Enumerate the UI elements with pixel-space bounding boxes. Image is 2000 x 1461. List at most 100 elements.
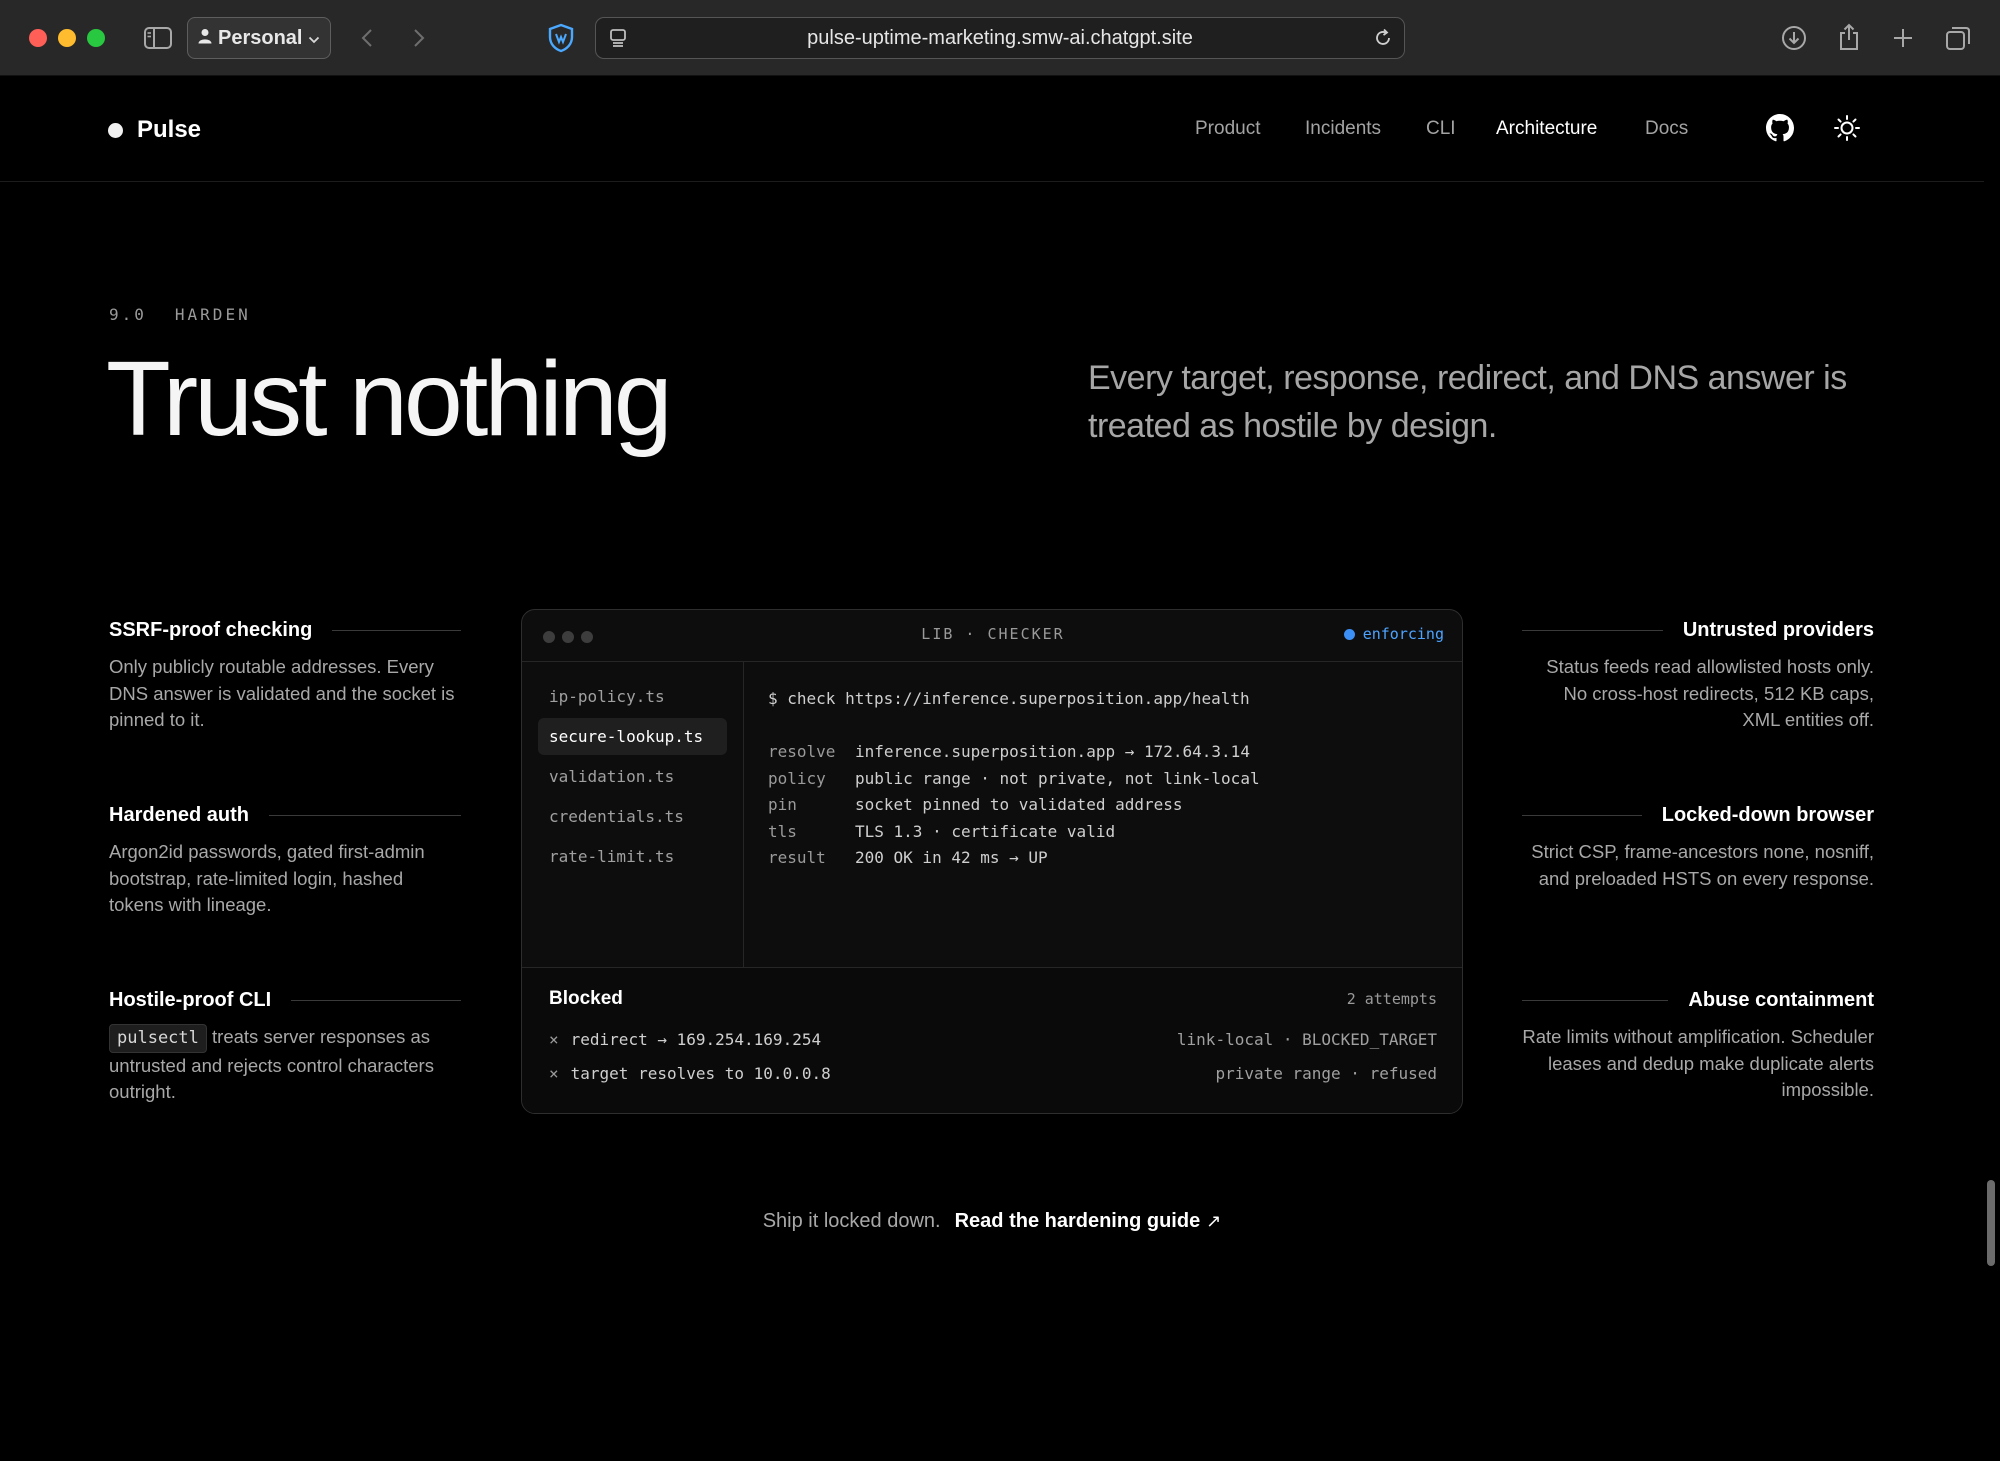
person-icon — [198, 27, 212, 50]
row-value: TLS 1.3 · certificate valid — [855, 821, 1116, 841]
row-key: policy — [768, 768, 826, 788]
feature-abuse-containment: Abuse containment Rate limits without am… — [1522, 986, 1874, 1104]
nav-link-incidents[interactable]: Incidents — [1305, 118, 1381, 140]
feature-body: Rate limits without amplification. Sched… — [1522, 1026, 1874, 1100]
brand-dot-icon — [108, 122, 123, 138]
feature-untrusted-providers: Untrusted providers Status feeds read al… — [1522, 616, 1874, 734]
row-value: socket pinned to validated address — [855, 795, 1183, 814]
blocked-reason: link-local · BLOCKED_TARGET — [1176, 1030, 1437, 1049]
status-dot-icon — [1343, 628, 1355, 640]
share-icon[interactable] — [1834, 21, 1864, 53]
blocked-x-icon: × — [549, 1064, 559, 1083]
brand-name: Pulse — [137, 116, 202, 143]
row-value: 200 OK in 42 ms → UP — [855, 848, 1048, 867]
blocked-panel: Blocked 2 attempts × redirect → 169.254.1… — [522, 967, 1462, 1113]
command-line: $ check https://inference.superposition.… — [768, 689, 1250, 708]
feature-title: Hardened auth — [109, 803, 250, 826]
file-item-rate-limit[interactable]: rate-limit.ts — [538, 838, 727, 875]
terminal-titlebar: LIB · CHECKER enforcing — [522, 610, 1462, 662]
nav-link-docs[interactable]: Docs — [1645, 118, 1688, 140]
blocked-count: 2 attempts — [1346, 990, 1437, 1008]
blocked-text: target resolves to 10.0.0.8 — [570, 1064, 831, 1083]
close-window-button[interactable] — [29, 29, 47, 47]
result-row: pin socket pinned to validated address — [768, 795, 1260, 822]
github-icon[interactable] — [1764, 112, 1796, 144]
divider — [291, 999, 461, 1001]
divider — [269, 814, 461, 816]
page-menu-icon[interactable] — [609, 28, 629, 54]
result-rows: resolve inference.superposition.app → 172… — [768, 742, 1260, 875]
row-value: public range · not private, not link-loc… — [855, 768, 1260, 788]
divider — [332, 629, 461, 631]
file-item-ip-policy[interactable]: ip-policy.ts — [538, 678, 727, 715]
result-row: policy public range · not private, not li… — [768, 769, 1260, 796]
hardening-guide-link[interactable]: Read the hardening guide — [955, 1210, 1201, 1232]
row-key: pin — [768, 795, 797, 814]
download-icon[interactable] — [1779, 23, 1809, 53]
external-arrow-icon: ↗ — [1206, 1211, 1222, 1231]
feature-body: Strict CSP, frame-ancestors none, nosnif… — [1531, 841, 1874, 889]
section-eyebrow-label: HARDEN — [174, 305, 251, 324]
checker-terminal: LIB · CHECKER enforcing ip-policy.ts sec… — [521, 609, 1463, 1114]
minimize-window-button[interactable] — [58, 29, 76, 47]
terminal-label: LIB · CHECKER — [921, 625, 1065, 643]
sidebar-toggle-icon[interactable] — [143, 24, 173, 52]
nav-link-product[interactable]: Product — [1195, 118, 1260, 140]
nav-link-cli[interactable]: CLI — [1426, 118, 1456, 140]
divider — [1522, 629, 1663, 631]
feature-body: Status feeds read allowlisted hosts only… — [1546, 656, 1874, 730]
row-value: inference.superposition.app → 172.64.3.1… — [855, 742, 1250, 761]
file-item-secure-lookup[interactable]: secure-lookup.ts — [538, 718, 727, 755]
blocked-text: redirect → 169.254.169.254 — [570, 1030, 822, 1049]
row-key: resolve — [768, 742, 836, 761]
reload-icon[interactable] — [1373, 28, 1393, 54]
feature-title: Abuse containment — [1688, 988, 1874, 1011]
section-title: Trust nothing — [106, 340, 673, 458]
status-text: enforcing — [1362, 625, 1444, 643]
feature-hardened-auth: Hardened auth Argon2id passwords, gated … — [109, 801, 461, 919]
blocked-reason: private range · refused — [1215, 1064, 1437, 1083]
blocked-item: × target resolves to 10.0.0.8 private ran… — [549, 1064, 1437, 1088]
call-to-action: Ship it locked down. Read the hardening g… — [0, 1210, 1984, 1233]
section-eyebrow: 9.0 HARDEN — [109, 305, 251, 324]
section-number: 9.0 — [109, 305, 147, 324]
profile-label: Personal — [218, 26, 303, 49]
shield-extension-icon[interactable] — [545, 22, 577, 54]
feature-body: pulsectl treats server responses as untr… — [109, 1024, 461, 1106]
browser-toolbar: Personal pulse-uptime-marketing.smw-ai.c… — [0, 0, 2000, 76]
inline-code: pulsectl — [109, 1024, 207, 1053]
result-row: resolve inference.superposition.app → 172… — [768, 742, 1260, 769]
file-item-validation[interactable]: validation.ts — [538, 758, 727, 795]
back-arrow-icon[interactable] — [356, 24, 378, 52]
row-key: tls — [768, 821, 797, 841]
divider — [1522, 814, 1642, 816]
blocked-item: × redirect → 169.254.169.254 link-local ·… — [549, 1030, 1437, 1054]
forward-arrow-icon[interactable] — [408, 24, 430, 52]
enforcing-status-badge: enforcing — [1343, 625, 1444, 643]
file-list: ip-policy.ts secure-lookup.ts validation… — [522, 662, 744, 967]
tab-overview-icon[interactable] — [1943, 23, 1973, 53]
feature-body: Argon2id passwords, gated first-admin bo… — [109, 841, 425, 915]
section-subtitle: Every target, response, redirect, and DN… — [1088, 359, 1847, 445]
feature-hostile-proof-cli: Hostile-proof CLI pulsectl treats server… — [109, 986, 461, 1106]
console-output: $ check https://inference.superposition.… — [768, 689, 1260, 875]
feature-body: Only publicly routable addresses. Every … — [109, 656, 455, 730]
result-row: result 200 OK in 42 ms → UP — [768, 848, 1260, 875]
result-row: tls TLS 1.3 · certificate valid — [768, 822, 1260, 849]
chevron-down-icon — [308, 27, 320, 50]
feature-title: Untrusted providers — [1682, 618, 1874, 641]
nav-link-architecture[interactable]: Architecture — [1496, 118, 1597, 140]
brand-logo[interactable]: Pulse — [108, 116, 201, 144]
page-content: Pulse Product Incidents CLI Architecture… — [0, 77, 1984, 1461]
file-item-credentials[interactable]: credentials.ts — [538, 798, 727, 835]
site-header: Pulse Product Incidents CLI Architecture… — [0, 77, 1984, 182]
feature-title: Hostile-proof CLI — [109, 988, 272, 1011]
feature-title: Locked-down browser — [1661, 803, 1874, 826]
theme-toggle-sun-icon[interactable] — [1831, 112, 1863, 144]
address-bar[interactable]: pulse-uptime-marketing.smw-ai.chatgpt.si… — [595, 17, 1405, 59]
profile-button[interactable]: Personal — [187, 17, 331, 59]
page-scrollbar[interactable] — [1987, 1180, 1995, 1266]
blocked-x-icon: × — [549, 1030, 559, 1049]
new-tab-icon[interactable] — [1888, 23, 1918, 53]
zoom-window-button[interactable] — [87, 29, 105, 47]
